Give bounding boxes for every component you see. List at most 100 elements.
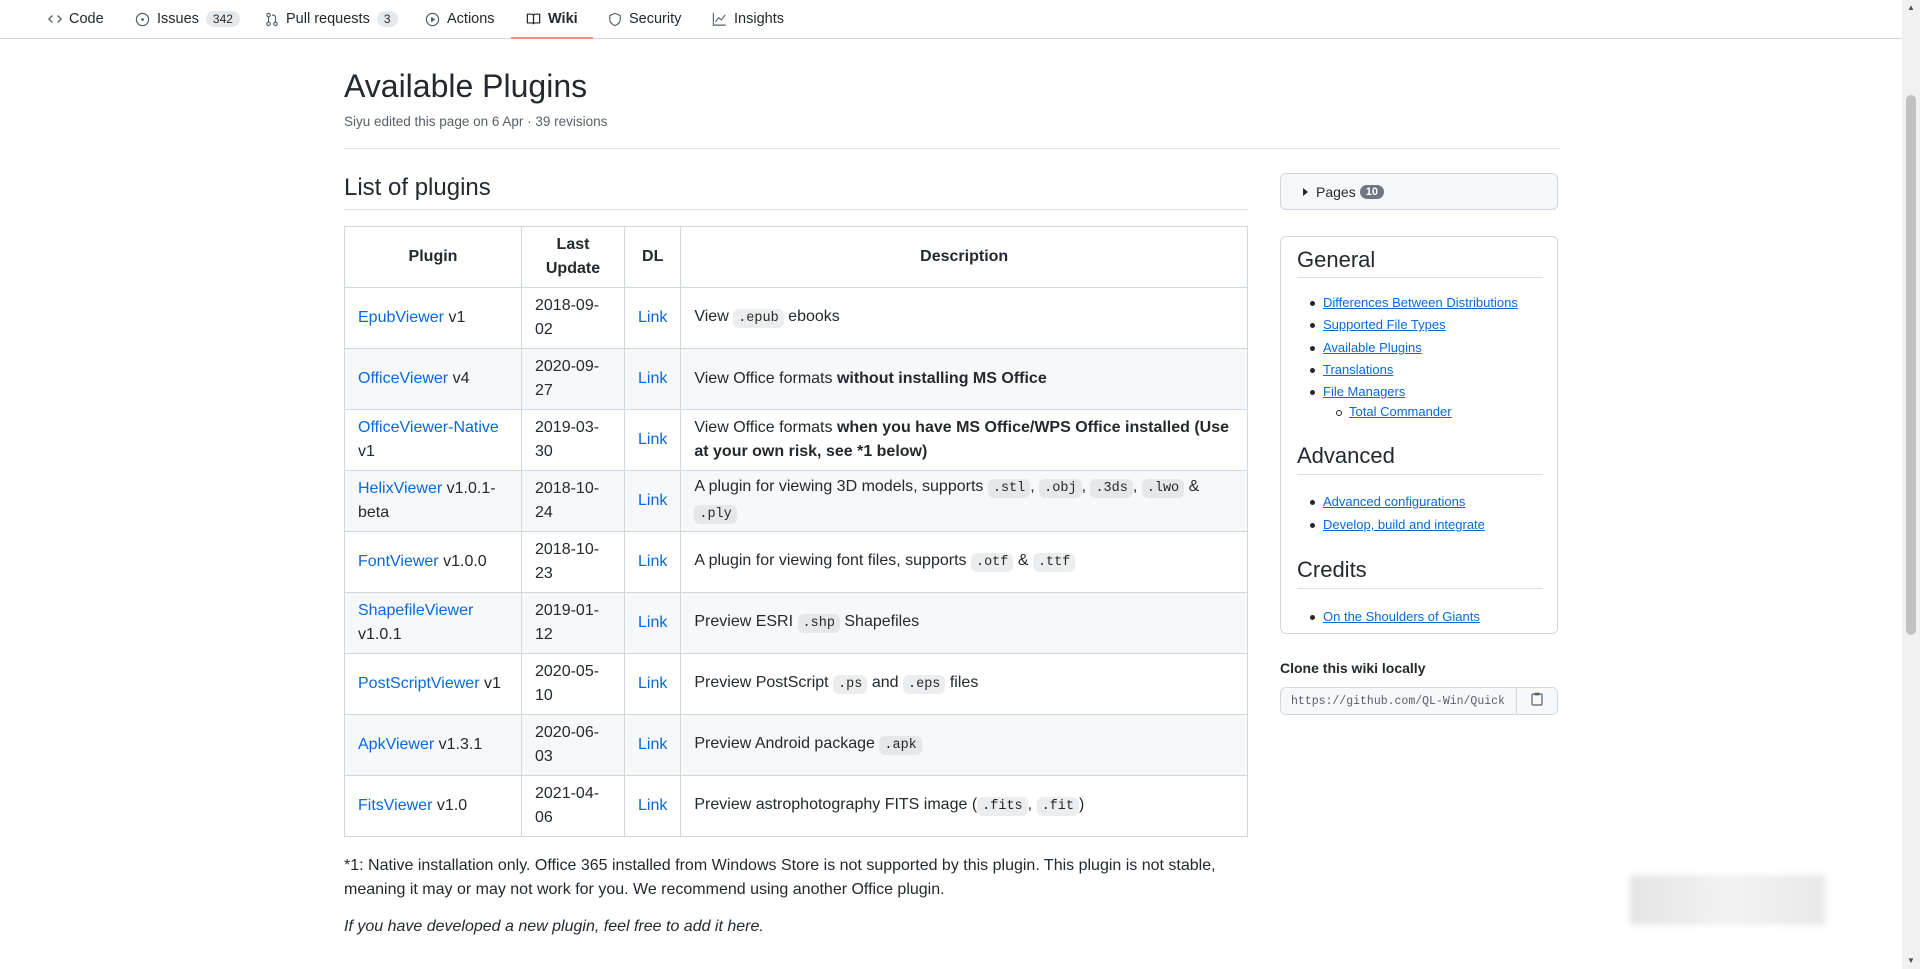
page-meta: Siyu edited this page on 6 Apr · 39 revi… xyxy=(344,114,608,129)
description-cell: Preview astrophotography FITS image (.fi… xyxy=(680,775,1248,837)
sidebar-link[interactable]: Supported File Types xyxy=(1310,317,1446,332)
clone-url-group xyxy=(1280,687,1558,715)
dl-cell: Link xyxy=(623,348,682,410)
sidebar-link[interactable]: Translations xyxy=(1309,362,1393,377)
ext-code: .ps xyxy=(833,675,868,694)
plugin-cell: FontViewer v1.0.0 xyxy=(344,531,522,593)
download-link[interactable]: Link xyxy=(638,370,667,387)
plugin-version: v4 xyxy=(452,370,470,387)
scrollbar-thumb[interactable] xyxy=(1906,95,1916,635)
plugin-link[interactable]: PostScriptViewer xyxy=(358,675,480,692)
clone-url-input[interactable] xyxy=(1281,688,1516,714)
table-row: OfficeViewer v4 2020-09-27 Link View Off… xyxy=(344,348,1248,410)
plugin-version: v1 xyxy=(448,309,466,326)
tab-wiki[interactable]: Wiki xyxy=(511,0,593,39)
plugin-link[interactable]: EpubViewer xyxy=(358,309,444,326)
tab-code[interactable]: Code xyxy=(48,0,104,38)
plugin-version: v1 xyxy=(483,675,501,692)
download-link[interactable]: Link xyxy=(638,675,667,692)
tab-security[interactable]: Security xyxy=(608,0,681,38)
plugin-link[interactable]: FitsViewer xyxy=(358,797,432,814)
caret-right-icon xyxy=(1303,187,1308,196)
tab-actions[interactable]: Actions xyxy=(425,0,495,38)
scroll-down-arrow-icon[interactable]: ▼ xyxy=(1902,953,1920,969)
tab-issues[interactable]: Issues 342 xyxy=(135,0,240,38)
issues-counter: 342 xyxy=(205,11,240,27)
desc-text: ebooks xyxy=(788,308,840,325)
page-title: Available Plugins xyxy=(344,68,588,104)
plugin-version: v1.0 xyxy=(436,797,468,814)
ext-code: .shp xyxy=(797,614,840,633)
desc-text: and xyxy=(871,674,899,691)
dl-cell: Link xyxy=(623,287,682,349)
scroll-up-arrow-icon[interactable]: ▲ xyxy=(1902,0,1920,16)
description-cell: A plugin for viewing 3D models, supports… xyxy=(680,470,1248,532)
sidebar-link[interactable]: Differences Between Distributions xyxy=(1310,295,1518,310)
desc-bold: without installing MS Office xyxy=(836,370,1047,387)
desc-text: & xyxy=(1188,478,1200,495)
plugin-cell: ApkViewer v1.3.1 xyxy=(344,714,522,776)
section-divider xyxy=(344,209,1248,210)
table-row: ShapefileViewer v1.0.1 2019-01-12 Link P… xyxy=(344,592,1248,654)
download-link[interactable]: Link xyxy=(638,431,667,448)
table-row: FontViewer v1.0.0 2018-10-23 Link A plug… xyxy=(344,531,1248,593)
pulls-counter: 3 xyxy=(376,11,398,27)
tab-code-label: Code xyxy=(69,11,104,27)
table-row: EpubViewer v1 2018-09-02 Link View .epub… xyxy=(344,287,1248,349)
copy-button[interactable] xyxy=(1516,688,1557,714)
dl-cell: Link xyxy=(623,409,682,471)
dl-cell: Link xyxy=(623,470,682,532)
sidebar-link[interactable]: On the Shoulders of Giants xyxy=(1310,609,1480,624)
ext-code: .ply xyxy=(694,505,737,524)
pages-counter: 10 xyxy=(1359,184,1384,199)
description-cell: Preview ESRI .shp Shapefiles xyxy=(680,592,1248,654)
ext-code: .apk xyxy=(879,736,922,755)
tab-insights[interactable]: Insights xyxy=(712,0,784,38)
dl-cell: Link xyxy=(623,714,682,776)
plugin-link[interactable]: OfficeViewer xyxy=(358,370,448,387)
download-link[interactable]: Link xyxy=(638,614,667,631)
download-link[interactable]: Link xyxy=(638,736,667,753)
tab-actions-label: Actions xyxy=(447,11,495,27)
footnote: *1: Native installation only. Office 365… xyxy=(344,857,1216,898)
sidebar-sublink[interactable]: Total Commander xyxy=(1336,404,1452,419)
download-link[interactable]: Link xyxy=(638,797,667,814)
plugin-cell: OfficeViewer-Native v1 xyxy=(344,409,522,471)
plugin-link[interactable]: ApkViewer xyxy=(358,736,434,753)
download-link[interactable]: Link xyxy=(638,492,667,509)
description-cell: View Office formats without installing M… xyxy=(680,348,1248,410)
download-link[interactable]: Link xyxy=(638,553,667,570)
plugin-version: v1.3.1 xyxy=(438,736,483,753)
blurred-watermark xyxy=(1630,875,1825,925)
graph-icon xyxy=(712,12,727,26)
plugin-link[interactable]: ShapefileViewer xyxy=(358,602,473,619)
download-link[interactable]: Link xyxy=(638,309,667,326)
pull-request-icon xyxy=(265,12,279,27)
table-row: OfficeViewer-Native v1 2019-03-30 Link V… xyxy=(344,409,1248,471)
plugin-link[interactable]: OfficeViewer-Native xyxy=(358,419,499,436)
code-icon xyxy=(48,12,62,26)
desc-text: View Office formats xyxy=(694,419,833,436)
ext-code: .fit xyxy=(1036,797,1079,816)
section-heading: List of plugins xyxy=(344,174,491,201)
tab-insights-label: Insights xyxy=(734,11,784,27)
sidebar-link[interactable]: Available Plugins xyxy=(1310,340,1422,355)
dl-cell: Link xyxy=(623,592,682,654)
sidebar-heading-credits: Credits xyxy=(1297,557,1367,582)
plugin-link[interactable]: FontViewer xyxy=(358,553,439,570)
sidebar-link[interactable]: Advanced configurations xyxy=(1309,494,1465,509)
ext-code: .fits xyxy=(977,797,1028,816)
table-row: HelixViewer v1.0.1-beta 2018-10-24 Link … xyxy=(344,470,1248,532)
pages-toggle[interactable]: Pages 10 xyxy=(1280,173,1558,210)
sidebar-link[interactable]: File Managers xyxy=(1309,384,1405,399)
sidebar-link[interactable]: Develop, build and integrate xyxy=(1310,517,1485,532)
date-cell: 2020-09-27 xyxy=(521,348,625,410)
plugin-version: v1.0.0 xyxy=(443,553,487,570)
table-header-row: Plugin Last Update DL Description xyxy=(344,226,1248,288)
plugin-cell: FitsViewer v1.0 xyxy=(344,775,522,837)
description-cell: View .epub ebooks xyxy=(680,287,1248,349)
plugin-link[interactable]: HelixViewer xyxy=(358,480,442,497)
page-scrollbar[interactable]: ▲ ▼ xyxy=(1902,0,1920,969)
tab-pull-requests[interactable]: Pull requests 3 xyxy=(265,0,398,38)
desc-text: Shapefiles xyxy=(844,613,920,630)
